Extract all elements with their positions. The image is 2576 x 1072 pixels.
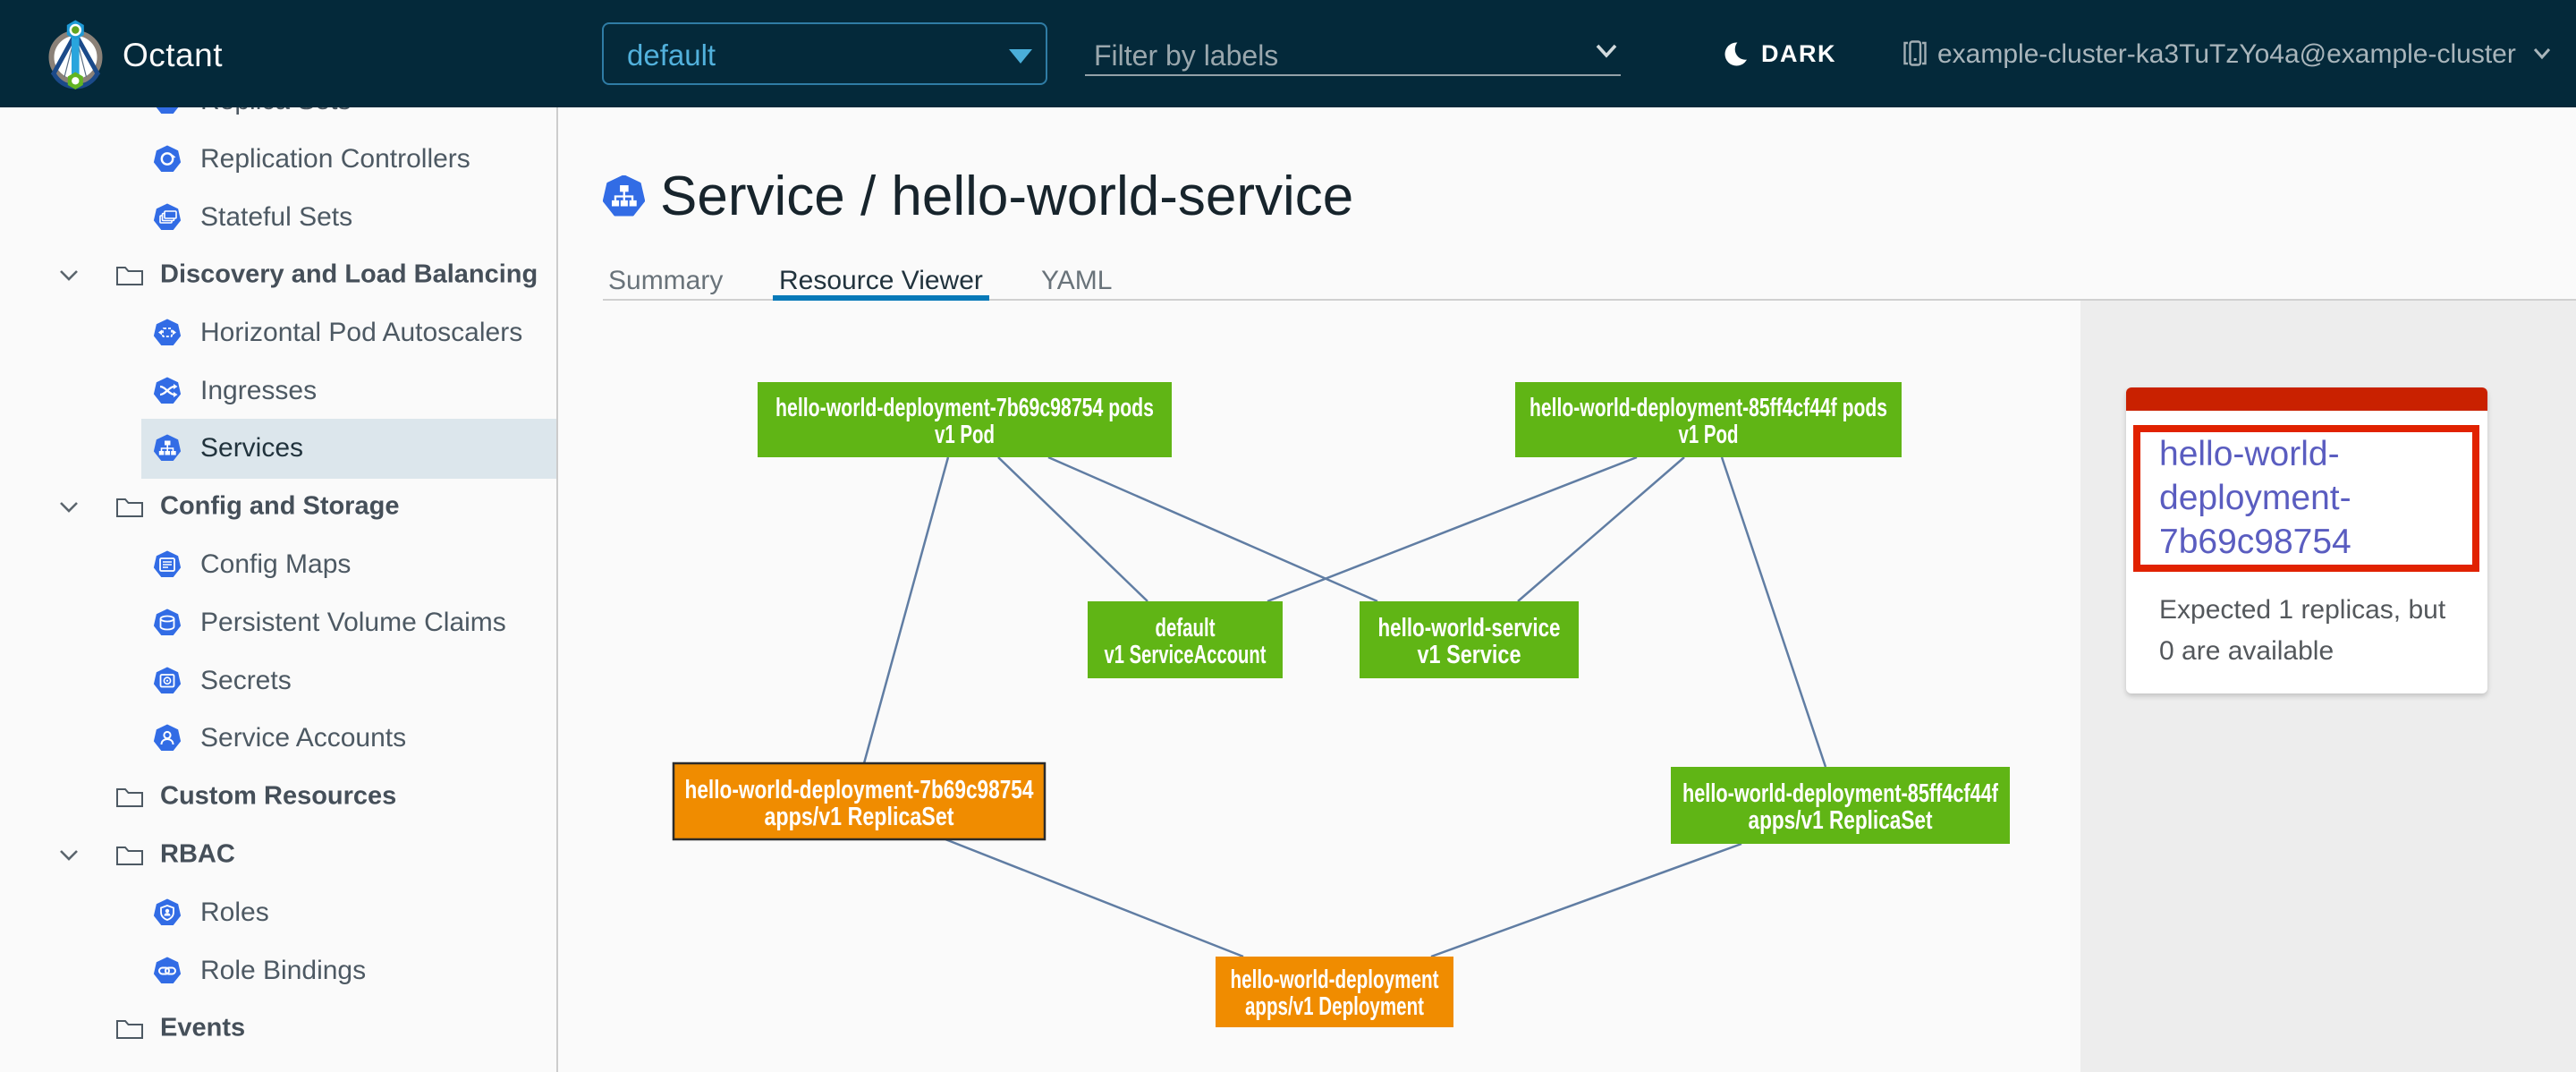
svg-text:hello-world-deployment-85ff4cf: hello-world-deployment-85ff4cf44f: [1682, 779, 1998, 808]
svg-text:apps/v1 Deployment: apps/v1 Deployment: [1245, 992, 1424, 1021]
svg-text:default: default: [1156, 614, 1216, 642]
svg-text:apps/v1 ReplicaSet: apps/v1 ReplicaSet: [1749, 806, 1933, 835]
svg-text:hello-world-deployment-7b69c98: hello-world-deployment-7b69c98754 pods: [775, 394, 1154, 422]
svg-text:hello-world-deployment: hello-world-deployment: [1231, 966, 1439, 994]
svg-text:v1 Pod: v1 Pod: [1679, 421, 1739, 449]
svg-text:hello-world-service: hello-world-service: [1378, 614, 1561, 642]
svg-text:v1 Pod: v1 Pod: [935, 421, 995, 449]
svg-text:apps/v1 ReplicaSet: apps/v1 ReplicaSet: [765, 803, 954, 831]
svg-text:v1 Service: v1 Service: [1418, 641, 1521, 669]
svg-text:hello-world-deployment-85ff4cf: hello-world-deployment-85ff4cf44f pods: [1530, 394, 1887, 422]
svg-text:hello-world-deployment-7b69c98: hello-world-deployment-7b69c98754: [685, 776, 1034, 804]
svg-text:v1 ServiceAccount: v1 ServiceAccount: [1105, 641, 1267, 669]
